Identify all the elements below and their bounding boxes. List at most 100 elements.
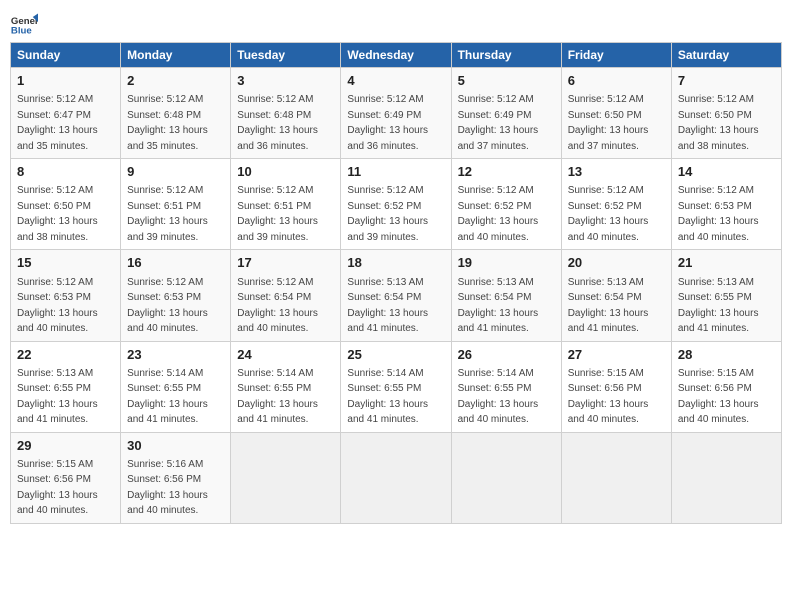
logo: General Blue <box>10 10 38 38</box>
header: General Blue <box>10 10 782 38</box>
table-row: 15 Sunrise: 5:12 AM Sunset: 6:53 PM Dayli… <box>11 250 121 341</box>
day-info: Sunrise: 5:15 AM Sunset: 6:56 PM Dayligh… <box>568 368 649 426</box>
day-number: 27 <box>568 346 665 364</box>
day-number: 17 <box>237 254 334 272</box>
table-row: 29 Sunrise: 5:15 AM Sunset: 6:56 PM Dayli… <box>11 432 121 523</box>
weekday-header-wednesday: Wednesday <box>341 43 451 68</box>
day-info: Sunrise: 5:14 AM Sunset: 6:55 PM Dayligh… <box>347 368 428 426</box>
day-info: Sunrise: 5:12 AM Sunset: 6:49 PM Dayligh… <box>458 94 539 152</box>
day-info: Sunrise: 5:13 AM Sunset: 6:55 PM Dayligh… <box>17 368 98 426</box>
table-row: 24 Sunrise: 5:14 AM Sunset: 6:55 PM Dayli… <box>231 341 341 432</box>
day-info: Sunrise: 5:12 AM Sunset: 6:48 PM Dayligh… <box>127 94 208 152</box>
table-row: 30 Sunrise: 5:16 AM Sunset: 6:56 PM Dayli… <box>121 432 231 523</box>
day-number: 19 <box>458 254 555 272</box>
day-info: Sunrise: 5:16 AM Sunset: 6:56 PM Dayligh… <box>127 459 208 517</box>
day-number: 14 <box>678 163 775 181</box>
day-number: 10 <box>237 163 334 181</box>
day-number: 7 <box>678 72 775 90</box>
day-number: 1 <box>17 72 114 90</box>
calendar-table: SundayMondayTuesdayWednesdayThursdayFrid… <box>10 42 782 524</box>
day-info: Sunrise: 5:13 AM Sunset: 6:54 PM Dayligh… <box>347 277 428 335</box>
day-info: Sunrise: 5:12 AM Sunset: 6:51 PM Dayligh… <box>127 185 208 243</box>
day-info: Sunrise: 5:14 AM Sunset: 6:55 PM Dayligh… <box>458 368 539 426</box>
table-row <box>451 432 561 523</box>
table-row: 8 Sunrise: 5:12 AM Sunset: 6:50 PM Daylig… <box>11 159 121 250</box>
day-info: Sunrise: 5:12 AM Sunset: 6:47 PM Dayligh… <box>17 94 98 152</box>
day-info: Sunrise: 5:13 AM Sunset: 6:54 PM Dayligh… <box>568 277 649 335</box>
day-info: Sunrise: 5:12 AM Sunset: 6:50 PM Dayligh… <box>678 94 759 152</box>
day-info: Sunrise: 5:15 AM Sunset: 6:56 PM Dayligh… <box>17 459 98 517</box>
table-row: 11 Sunrise: 5:12 AM Sunset: 6:52 PM Dayli… <box>341 159 451 250</box>
day-info: Sunrise: 5:12 AM Sunset: 6:52 PM Dayligh… <box>568 185 649 243</box>
table-row: 2 Sunrise: 5:12 AM Sunset: 6:48 PM Daylig… <box>121 68 231 159</box>
day-number: 2 <box>127 72 224 90</box>
logo-icon: General Blue <box>10 10 38 38</box>
day-number: 13 <box>568 163 665 181</box>
table-row: 28 Sunrise: 5:15 AM Sunset: 6:56 PM Dayli… <box>671 341 781 432</box>
table-row: 5 Sunrise: 5:12 AM Sunset: 6:49 PM Daylig… <box>451 68 561 159</box>
day-number: 22 <box>17 346 114 364</box>
table-row: 7 Sunrise: 5:12 AM Sunset: 6:50 PM Daylig… <box>671 68 781 159</box>
table-row: 21 Sunrise: 5:13 AM Sunset: 6:55 PM Dayli… <box>671 250 781 341</box>
table-row: 23 Sunrise: 5:14 AM Sunset: 6:55 PM Dayli… <box>121 341 231 432</box>
table-row: 22 Sunrise: 5:13 AM Sunset: 6:55 PM Dayli… <box>11 341 121 432</box>
table-row: 9 Sunrise: 5:12 AM Sunset: 6:51 PM Daylig… <box>121 159 231 250</box>
table-row: 26 Sunrise: 5:14 AM Sunset: 6:55 PM Dayli… <box>451 341 561 432</box>
day-number: 6 <box>568 72 665 90</box>
day-number: 9 <box>127 163 224 181</box>
day-info: Sunrise: 5:12 AM Sunset: 6:48 PM Dayligh… <box>237 94 318 152</box>
day-number: 11 <box>347 163 444 181</box>
day-info: Sunrise: 5:12 AM Sunset: 6:50 PM Dayligh… <box>17 185 98 243</box>
day-number: 18 <box>347 254 444 272</box>
table-row: 4 Sunrise: 5:12 AM Sunset: 6:49 PM Daylig… <box>341 68 451 159</box>
table-row: 25 Sunrise: 5:14 AM Sunset: 6:55 PM Dayli… <box>341 341 451 432</box>
day-info: Sunrise: 5:12 AM Sunset: 6:51 PM Dayligh… <box>237 185 318 243</box>
day-number: 26 <box>458 346 555 364</box>
day-info: Sunrise: 5:12 AM Sunset: 6:53 PM Dayligh… <box>17 277 98 335</box>
day-number: 30 <box>127 437 224 455</box>
day-info: Sunrise: 5:14 AM Sunset: 6:55 PM Dayligh… <box>237 368 318 426</box>
day-number: 24 <box>237 346 334 364</box>
day-number: 12 <box>458 163 555 181</box>
day-info: Sunrise: 5:13 AM Sunset: 6:54 PM Dayligh… <box>458 277 539 335</box>
day-info: Sunrise: 5:14 AM Sunset: 6:55 PM Dayligh… <box>127 368 208 426</box>
table-row <box>561 432 671 523</box>
table-row: 27 Sunrise: 5:15 AM Sunset: 6:56 PM Dayli… <box>561 341 671 432</box>
day-info: Sunrise: 5:12 AM Sunset: 6:50 PM Dayligh… <box>568 94 649 152</box>
day-info: Sunrise: 5:12 AM Sunset: 6:52 PM Dayligh… <box>347 185 428 243</box>
table-row <box>231 432 341 523</box>
day-number: 28 <box>678 346 775 364</box>
day-number: 29 <box>17 437 114 455</box>
table-row: 16 Sunrise: 5:12 AM Sunset: 6:53 PM Dayli… <box>121 250 231 341</box>
table-row <box>671 432 781 523</box>
table-row: 18 Sunrise: 5:13 AM Sunset: 6:54 PM Dayli… <box>341 250 451 341</box>
day-info: Sunrise: 5:12 AM Sunset: 6:54 PM Dayligh… <box>237 277 318 335</box>
day-info: Sunrise: 5:12 AM Sunset: 6:53 PM Dayligh… <box>127 277 208 335</box>
day-number: 21 <box>678 254 775 272</box>
day-number: 25 <box>347 346 444 364</box>
day-info: Sunrise: 5:15 AM Sunset: 6:56 PM Dayligh… <box>678 368 759 426</box>
table-row: 20 Sunrise: 5:13 AM Sunset: 6:54 PM Dayli… <box>561 250 671 341</box>
weekday-header-monday: Monday <box>121 43 231 68</box>
table-row: 12 Sunrise: 5:12 AM Sunset: 6:52 PM Dayli… <box>451 159 561 250</box>
weekday-header-saturday: Saturday <box>671 43 781 68</box>
day-number: 20 <box>568 254 665 272</box>
day-info: Sunrise: 5:12 AM Sunset: 6:52 PM Dayligh… <box>458 185 539 243</box>
day-number: 15 <box>17 254 114 272</box>
day-number: 8 <box>17 163 114 181</box>
day-info: Sunrise: 5:13 AM Sunset: 6:55 PM Dayligh… <box>678 277 759 335</box>
table-row: 19 Sunrise: 5:13 AM Sunset: 6:54 PM Dayli… <box>451 250 561 341</box>
table-row <box>341 432 451 523</box>
weekday-header-friday: Friday <box>561 43 671 68</box>
day-number: 4 <box>347 72 444 90</box>
weekday-header-tuesday: Tuesday <box>231 43 341 68</box>
day-number: 5 <box>458 72 555 90</box>
day-number: 3 <box>237 72 334 90</box>
table-row: 10 Sunrise: 5:12 AM Sunset: 6:51 PM Dayli… <box>231 159 341 250</box>
day-number: 16 <box>127 254 224 272</box>
table-row: 14Sunrise: 5:12 AM Sunset: 6:53 PM Dayli… <box>671 159 781 250</box>
table-row: 1 Sunrise: 5:12 AM Sunset: 6:47 PM Daylig… <box>11 68 121 159</box>
day-info: Sunrise: 5:12 AM Sunset: 6:49 PM Dayligh… <box>347 94 428 152</box>
weekday-header-sunday: Sunday <box>11 43 121 68</box>
day-number: 23 <box>127 346 224 364</box>
